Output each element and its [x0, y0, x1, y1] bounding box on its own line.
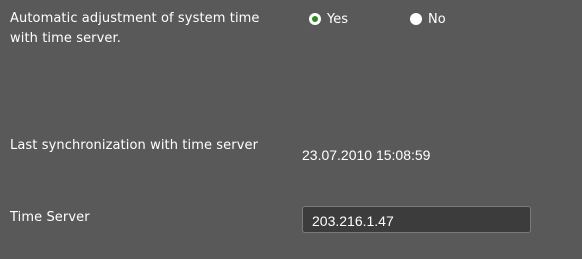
- radio-yes-label: Yes: [327, 11, 348, 27]
- last-sync-label: Last synchronization with time server: [10, 138, 259, 153]
- radio-yes-option[interactable]: Yes: [309, 9, 348, 29]
- last-sync-value: 23.07.2010 15:08:59: [302, 147, 431, 163]
- time-server-label: Time Server: [10, 210, 90, 225]
- radio-yes-button[interactable]: [309, 13, 321, 25]
- radio-no-button[interactable]: [410, 13, 422, 25]
- auto-adjust-label: Automatic adjustment of system time with…: [10, 11, 260, 46]
- radio-no-option[interactable]: No: [410, 9, 446, 29]
- time-server-input[interactable]: [302, 206, 531, 233]
- radio-no-label: No: [428, 11, 446, 27]
